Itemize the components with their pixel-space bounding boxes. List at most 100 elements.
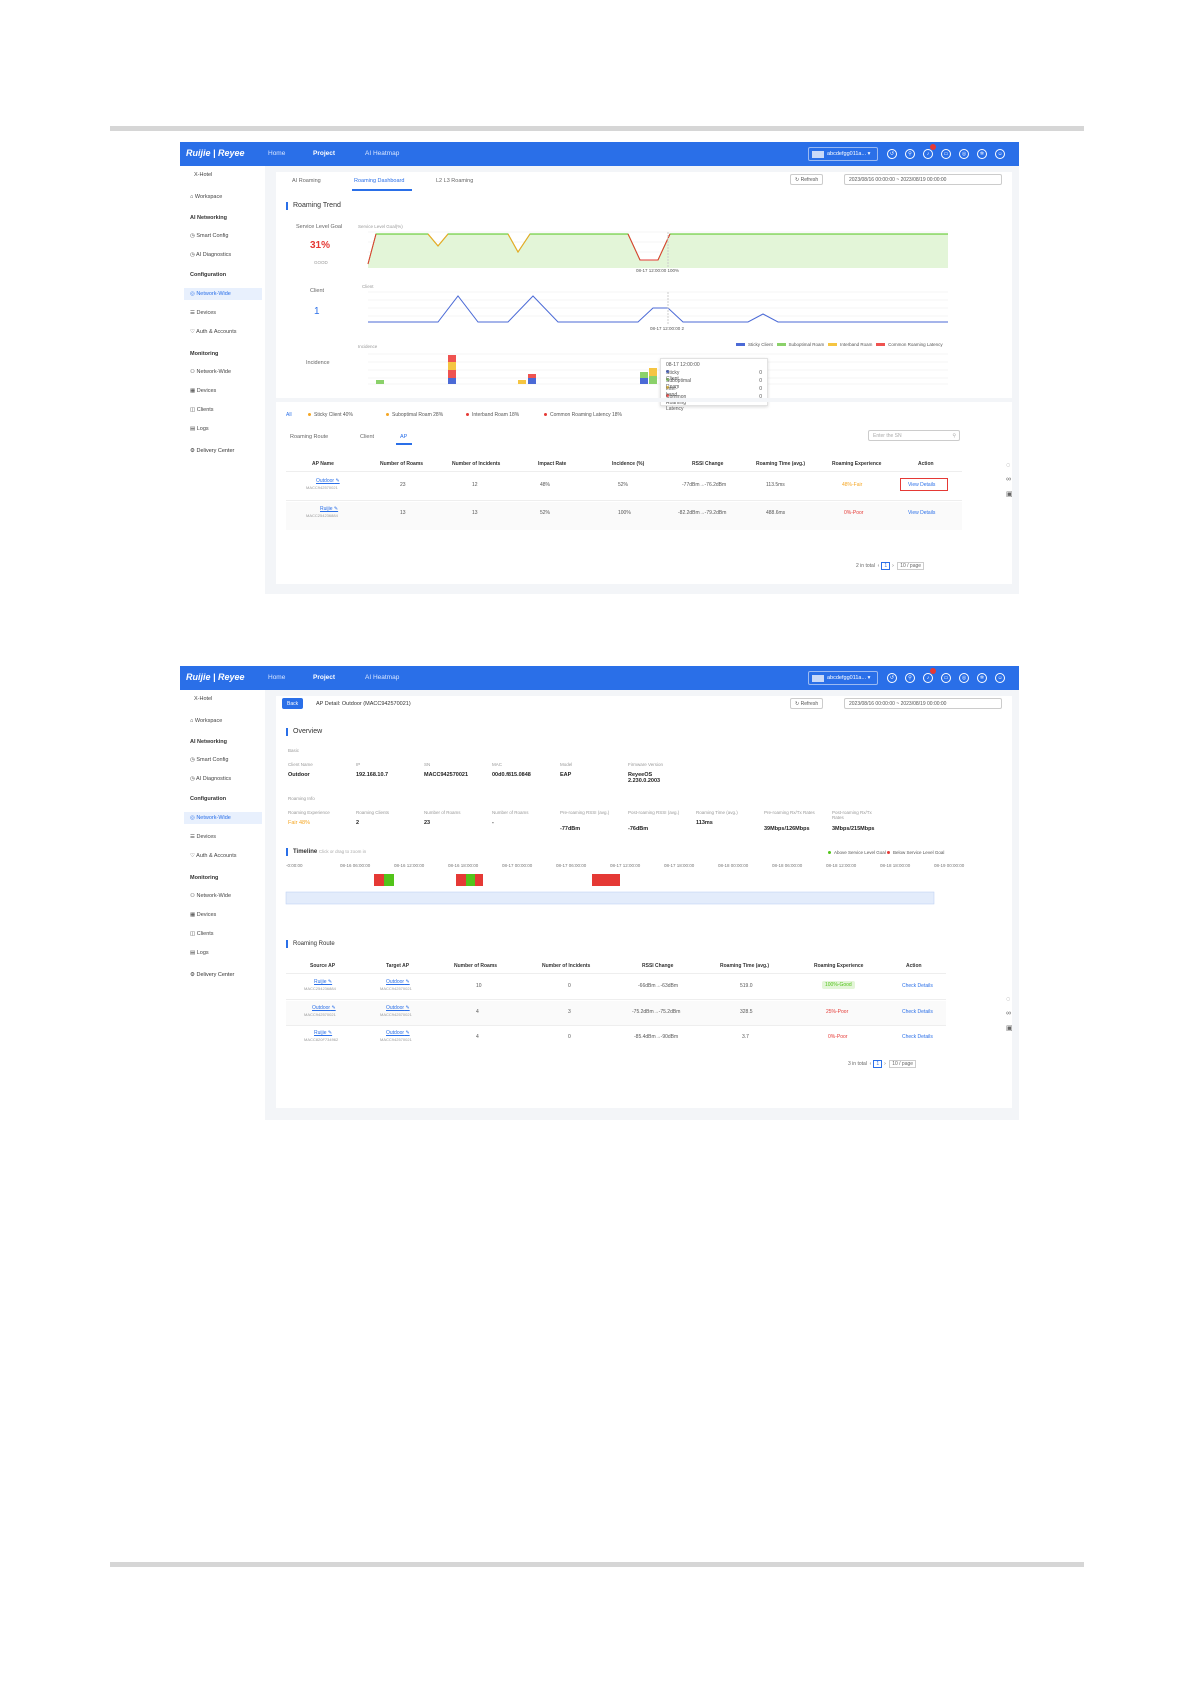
filter-subopt[interactable]: Suboptimal Roam 28% bbox=[386, 412, 443, 418]
sidebar-item-delivery[interactable]: ⚙ Delivery Center bbox=[190, 448, 234, 454]
history-icon[interactable]: ↺ bbox=[887, 673, 897, 683]
share-icon[interactable]: ∞ bbox=[1006, 1010, 1011, 1017]
sidebar-item-ai-diagnostics[interactable]: ◷ AI Diagnostics bbox=[190, 776, 231, 782]
nav-project[interactable]: Project bbox=[313, 150, 335, 157]
account-selector[interactable]: abcdefgg011a... ▾ bbox=[808, 147, 878, 161]
target-ap-link[interactable]: Outdoor ✎ bbox=[386, 979, 410, 985]
pager-size-select[interactable]: 10 / page bbox=[889, 1060, 917, 1068]
tab-ai-roaming[interactable]: AI Roaming bbox=[292, 178, 321, 184]
roaming-dashboard-screenshot: Ruijie | Reyee Home Project AI Heatmap a… bbox=[180, 142, 1019, 594]
subtab-roaming-route[interactable]: Roaming Route bbox=[290, 434, 328, 440]
subtab-ap[interactable]: AP bbox=[400, 434, 407, 440]
user-icon[interactable]: ☺ bbox=[995, 673, 1005, 683]
flag-icon bbox=[812, 675, 824, 682]
sidebar-item-mon-logs[interactable]: ▤ Logs bbox=[190, 950, 209, 956]
sidebar-item-smart-config[interactable]: ◷ Smart Config bbox=[190, 233, 228, 239]
user-icon[interactable]: ☺ bbox=[995, 149, 1005, 159]
nav-project[interactable]: Project bbox=[313, 674, 335, 681]
sn-search-input[interactable]: Enter the SN ⚲ bbox=[868, 430, 960, 441]
gear-icon[interactable]: ✲ bbox=[977, 149, 987, 159]
filter-sticky[interactable]: Sticky Client 40% bbox=[308, 412, 353, 418]
project-selector[interactable]: X-Hotel bbox=[194, 172, 212, 178]
account-selector[interactable]: abcdefgg011a... ▾ bbox=[808, 671, 878, 685]
ap-name-link[interactable]: Outdoor ✎ bbox=[316, 478, 340, 484]
sidebar-item-mon-network[interactable]: ⚇ Network-Wide bbox=[190, 369, 231, 375]
timeline-chart[interactable] bbox=[285, 872, 936, 912]
globe-icon[interactable]: ◎ bbox=[959, 149, 969, 159]
sidebar-item-devices[interactable]: ☰ Devices bbox=[190, 834, 216, 840]
target-ap-link[interactable]: Outdoor ✎ bbox=[386, 1030, 410, 1036]
nav-ai-heatmap[interactable]: AI Heatmap bbox=[365, 674, 399, 681]
date-range-picker[interactable]: 2023/08/16 00:00:00 ~ 2023/08/19 00:00:0… bbox=[844, 174, 1002, 185]
message-icon[interactable]: ▭ bbox=[941, 149, 951, 159]
nav-ai-heatmap[interactable]: AI Heatmap bbox=[365, 150, 399, 157]
check-details-button[interactable]: Check Details bbox=[902, 1034, 933, 1040]
share-icon[interactable]: ∞ bbox=[1006, 476, 1011, 483]
search-icon[interactable]: ⚲ bbox=[905, 673, 915, 683]
sidebar-item-auth[interactable]: ♡ Auth & Accounts bbox=[190, 853, 237, 859]
legend-interband: Interband Roam bbox=[840, 342, 873, 347]
globe-icon[interactable]: ◎ bbox=[959, 673, 969, 683]
sidebar-item-workspace[interactable]: ⌂ Workspace bbox=[190, 718, 222, 724]
col-ap-name: AP Name bbox=[312, 461, 334, 467]
timeline-tick: 08-16 12:00:00 bbox=[394, 863, 425, 868]
check-details-button[interactable]: Check Details bbox=[902, 983, 933, 989]
sidebar-item-network-wide[interactable]: ◎ Network-Wide bbox=[190, 291, 231, 297]
pager-page[interactable]: 1 bbox=[881, 562, 891, 570]
sidebar-item-mon-network[interactable]: ⚇ Network-Wide bbox=[190, 893, 231, 899]
chat-icon[interactable]: ◌ bbox=[1006, 462, 1010, 469]
sidebar-item-smart-config[interactable]: ◷ Smart Config bbox=[190, 757, 228, 763]
pager-page[interactable]: 1 bbox=[873, 1060, 883, 1068]
tab-l2-l3-roaming[interactable]: L2 L3 Roaming bbox=[436, 178, 473, 184]
refresh-button[interactable]: ↻ Refresh bbox=[790, 174, 824, 185]
sidebar-item-auth[interactable]: ♡ Auth & Accounts bbox=[190, 329, 237, 335]
clipboard-icon[interactable]: ▣ bbox=[1006, 490, 1013, 498]
source-ap-link[interactable]: Outdoor ✎ bbox=[312, 1005, 336, 1011]
search-icon[interactable]: ⚲ bbox=[905, 149, 915, 159]
sidebar-item-mon-clients[interactable]: ◫ Clients bbox=[190, 931, 214, 937]
sidebar-item-mon-devices[interactable]: ▦ Devices bbox=[190, 388, 216, 394]
date-range-picker[interactable]: 2023/08/16 00:00:00 ~ 2023/08/19 00:00:0… bbox=[844, 698, 1002, 709]
source-ap-link[interactable]: Ruijie ✎ bbox=[314, 979, 332, 985]
nav-home[interactable]: Home bbox=[268, 674, 285, 681]
sidebar-item-ai-diagnostics[interactable]: ◷ AI Diagnostics bbox=[190, 252, 231, 258]
bell-icon[interactable]: ♪ bbox=[923, 149, 933, 159]
bell-icon[interactable]: ♪ bbox=[923, 673, 933, 683]
check-details-button[interactable]: Check Details bbox=[902, 1009, 933, 1015]
sidebar-item-network-wide[interactable]: ◎ Network-Wide bbox=[190, 815, 231, 821]
tab-roaming-dashboard[interactable]: Roaming Dashboard bbox=[354, 178, 404, 184]
sidebar-item-mon-logs[interactable]: ▤ Logs bbox=[190, 426, 209, 432]
filter-latency[interactable]: Common Roaming Latency 18% bbox=[544, 412, 622, 418]
target-ap-link[interactable]: Outdoor ✎ bbox=[386, 1005, 410, 1011]
chat-icon[interactable]: ◌ bbox=[1006, 996, 1010, 1003]
gear-icon[interactable]: ✲ bbox=[977, 673, 987, 683]
col-experience: Roaming Experience bbox=[814, 963, 864, 969]
filter-all[interactable]: All bbox=[286, 412, 292, 418]
tab-underline bbox=[352, 189, 412, 191]
sidebar-item-mon-devices[interactable]: ▦ Devices bbox=[190, 912, 216, 918]
view-details-button[interactable]: View Details bbox=[908, 510, 935, 516]
message-icon[interactable]: ▭ bbox=[941, 673, 951, 683]
back-button[interactable]: Back bbox=[282, 698, 304, 709]
timeline-brush[interactable] bbox=[285, 891, 935, 905]
sidebar-item-workspace[interactable]: ⌂ Workspace bbox=[190, 194, 222, 200]
slg-area bbox=[368, 234, 948, 268]
col-incidents: Number of Incidents bbox=[542, 963, 591, 969]
sidebar-item-mon-clients[interactable]: ◫ Clients bbox=[190, 407, 214, 413]
filter-interband[interactable]: Interband Roam 18% bbox=[466, 412, 519, 418]
bar-2-interband bbox=[448, 362, 456, 370]
sidebar-item-devices[interactable]: ☰ Devices bbox=[190, 310, 216, 316]
ap-name-link[interactable]: Ruijie ✎ bbox=[320, 506, 338, 512]
refresh-button[interactable]: ↻ Refresh bbox=[790, 698, 824, 709]
sidebar-item-delivery[interactable]: ⚙ Delivery Center bbox=[190, 972, 234, 978]
pager-size-select[interactable]: 10 / page bbox=[897, 562, 925, 570]
history-icon[interactable]: ↺ bbox=[887, 149, 897, 159]
col-action: Action bbox=[918, 461, 934, 467]
source-ap-link[interactable]: Ruijie ✎ bbox=[314, 1030, 332, 1036]
nav-home[interactable]: Home bbox=[268, 150, 285, 157]
project-selector[interactable]: X-Hotel bbox=[194, 696, 212, 702]
subtab-client[interactable]: Client bbox=[360, 434, 374, 440]
clipboard-icon[interactable]: ▣ bbox=[1006, 1024, 1013, 1032]
field-key: Roaming Time (avg.) bbox=[696, 810, 738, 815]
search-icon: ⚲ bbox=[952, 433, 956, 439]
